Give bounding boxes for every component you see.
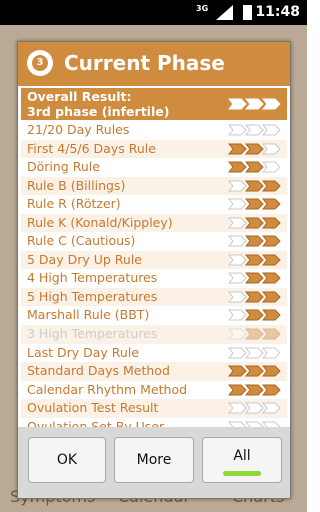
rule-phase-arrows [228,402,281,414]
rule-row[interactable]: Rule R (Rötzer) [21,195,287,214]
all-button[interactable]: All [202,437,282,483]
rule-phase-arrows [228,347,281,359]
phase-arrow-filled-icon [262,309,281,321]
rule-label: Standard Days Method [27,363,170,379]
battery-icon [243,5,252,20]
rule-row[interactable]: Last Dry Day Rule [21,343,287,363]
phase-arrow-filled-icon [262,272,281,284]
rule-row[interactable]: Rule C (Cautious) [21,232,287,251]
rule-phase-arrows [228,272,281,284]
phase-arrow-filled-icon [262,180,281,192]
phase-arrow-filled-icon [262,365,281,377]
rule-row[interactable]: Rule B (Billings) [21,176,287,196]
phase-arrow-empty-icon [262,347,281,359]
rule-phase-arrows [228,235,281,247]
rule-row[interactable]: 21/20 Day Rules [21,121,287,140]
rule-list[interactable]: 21/20 Day Rules First 4/5/6 Days Rule Döri… [21,121,287,437]
phase-arrow-filled-icon [262,235,281,247]
rule-phase-arrows [228,365,281,377]
rule-label: Rule C (Cautious) [27,233,136,249]
rule-row[interactable]: Döring Rule [21,158,287,177]
overall-result-label: Overall Result: [27,89,132,104]
more-button[interactable]: More [114,437,194,483]
rule-row[interactable]: Ovulation Test Result [21,399,287,418]
phase-logo-icon: 3 [27,50,53,76]
current-phase-dialog: 3 Current Phase Overall Result: 3rd phas… [17,41,291,499]
rule-label: Döring Rule [27,159,100,175]
status-bar: 3G 11:48 [0,0,307,25]
rule-phase-arrows [228,217,281,229]
rule-label: 3 High Temperatures [27,326,158,342]
rule-label: Rule K (Konald/Kippley) [27,214,173,230]
rule-phase-arrows [228,124,281,136]
dialog-title: Current Phase [64,51,225,75]
phase-arrow-filled-icon [262,291,281,303]
rule-label: 4 High Temperatures [27,270,158,286]
phase-arrow-filled-icon [262,328,281,340]
signal-icon [216,5,233,20]
rule-phase-arrows [228,143,281,155]
rule-row[interactable]: 3 High Temperatures [21,325,287,344]
phase-arrow-empty-icon [262,402,281,414]
clock: 11:48 [255,4,300,20]
button-bar: OK More All [18,427,290,498]
rule-label: 21/20 Day Rules [27,122,130,137]
rule-row[interactable]: Standard Days Method [21,362,287,381]
rule-row[interactable]: 4 High Temperatures [21,269,287,288]
rule-label: 5 Day Dry Up Rule [27,251,142,267]
rule-phase-arrows [228,180,281,192]
all-active-indicator [223,471,261,476]
dialog-header: 3 Current Phase [18,42,290,86]
rule-row[interactable]: 5 Day Dry Up Rule [21,250,287,270]
rule-label: Rule R (Rötzer) [27,196,121,212]
all-button-label: All [233,448,251,464]
rule-phase-arrows [228,384,281,396]
overall-phase-arrows [228,98,281,110]
phase-arrow-filled-icon [262,198,281,210]
rule-row[interactable]: Calendar Rhythm Method [21,380,287,400]
phase-arrow-filled-icon [262,98,281,110]
phase-arrow-empty-icon [262,124,281,136]
rule-label: Ovulation Test Result [27,400,159,416]
phase-arrow-filled-icon [262,384,281,396]
rule-phase-arrows [228,161,281,173]
rule-label: First 4/5/6 Days Rule [27,140,156,156]
rule-phase-arrows [228,309,281,321]
rule-row[interactable]: First 4/5/6 Days Rule [21,139,287,159]
ok-button[interactable]: OK [28,437,106,483]
overall-result-value: 3rd phase (infertile) [27,104,170,119]
rule-phase-arrows [228,291,281,303]
rule-label: Calendar Rhythm Method [27,381,188,397]
phase-arrow-filled-icon [262,254,281,266]
phase-arrow-empty-icon [262,143,281,155]
rule-label: Marshall Rule (BBT) [27,307,150,323]
rule-phase-arrows [228,198,281,210]
rule-row[interactable]: Marshall Rule (BBT) [21,306,287,326]
rule-row[interactable]: 5 High Temperatures [21,287,287,307]
network-type: 3G [196,4,209,13]
rule-phase-arrows [228,254,281,266]
rule-label: 5 High Temperatures [27,288,158,304]
phase-arrow-filled-icon [262,217,281,229]
rule-phase-arrows [228,328,281,340]
phase-arrow-empty-icon [262,161,281,173]
overall-result: Overall Result: 3rd phase (infertile) [21,88,287,120]
rule-label: Last Dry Day Rule [27,344,140,360]
rule-label: Rule B (Billings) [27,177,126,193]
rule-row[interactable]: Rule K (Konald/Kippley) [21,213,287,233]
